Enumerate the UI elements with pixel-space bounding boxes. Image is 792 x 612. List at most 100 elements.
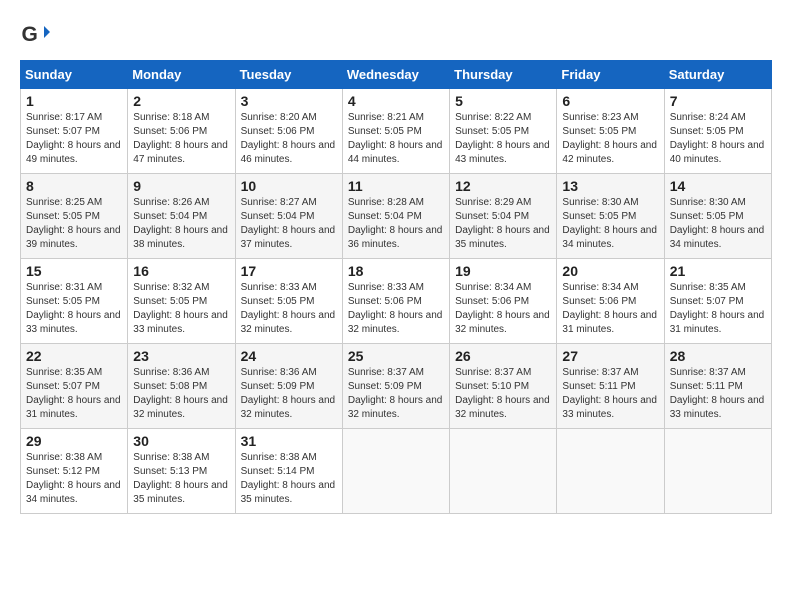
day-info: Sunrise: 8:37 AMSunset: 5:11 PMDaylight:… (670, 367, 765, 420)
day-info: Sunrise: 8:33 AMSunset: 5:06 PMDaylight:… (348, 282, 443, 335)
day-info: Sunrise: 8:32 AMSunset: 5:05 PMDaylight:… (133, 282, 228, 335)
day-info: Sunrise: 8:28 AMSunset: 5:04 PMDaylight:… (348, 197, 443, 250)
calendar-day-cell: 17 Sunrise: 8:33 AMSunset: 5:05 PMDaylig… (235, 259, 342, 344)
calendar-day-cell (557, 429, 664, 514)
calendar-day-cell: 8 Sunrise: 8:25 AMSunset: 5:05 PMDayligh… (21, 174, 128, 259)
day-info: Sunrise: 8:30 AMSunset: 5:05 PMDaylight:… (670, 197, 765, 250)
svg-text:G: G (22, 23, 38, 46)
day-number: 7 (670, 93, 766, 109)
day-number: 4 (348, 93, 444, 109)
day-number: 6 (562, 93, 658, 109)
weekday-header: Monday (128, 61, 235, 89)
day-info: Sunrise: 8:34 AMSunset: 5:06 PMDaylight:… (455, 282, 550, 335)
day-number: 13 (562, 178, 658, 194)
calendar-day-cell: 7 Sunrise: 8:24 AMSunset: 5:05 PMDayligh… (664, 89, 771, 174)
calendar-day-cell: 14 Sunrise: 8:30 AMSunset: 5:05 PMDaylig… (664, 174, 771, 259)
day-info: Sunrise: 8:24 AMSunset: 5:05 PMDaylight:… (670, 112, 765, 165)
calendar-week-row: 15 Sunrise: 8:31 AMSunset: 5:05 PMDaylig… (21, 259, 772, 344)
day-number: 2 (133, 93, 229, 109)
day-info: Sunrise: 8:37 AMSunset: 5:09 PMDaylight:… (348, 367, 443, 420)
calendar-day-cell: 1 Sunrise: 8:17 AMSunset: 5:07 PMDayligh… (21, 89, 128, 174)
day-number: 29 (26, 433, 122, 449)
calendar-day-cell: 26 Sunrise: 8:37 AMSunset: 5:10 PMDaylig… (450, 344, 557, 429)
calendar-day-cell: 31 Sunrise: 8:38 AMSunset: 5:14 PMDaylig… (235, 429, 342, 514)
calendar-day-cell: 23 Sunrise: 8:36 AMSunset: 5:08 PMDaylig… (128, 344, 235, 429)
day-number: 16 (133, 263, 229, 279)
calendar-day-cell: 13 Sunrise: 8:30 AMSunset: 5:05 PMDaylig… (557, 174, 664, 259)
calendar-day-cell: 16 Sunrise: 8:32 AMSunset: 5:05 PMDaylig… (128, 259, 235, 344)
day-info: Sunrise: 8:33 AMSunset: 5:05 PMDaylight:… (241, 282, 336, 335)
calendar-day-cell: 4 Sunrise: 8:21 AMSunset: 5:05 PMDayligh… (342, 89, 449, 174)
calendar-day-cell (450, 429, 557, 514)
calendar-day-cell (342, 429, 449, 514)
day-number: 1 (26, 93, 122, 109)
weekday-header: Saturday (664, 61, 771, 89)
calendar-day-cell: 25 Sunrise: 8:37 AMSunset: 5:09 PMDaylig… (342, 344, 449, 429)
day-number: 15 (26, 263, 122, 279)
day-info: Sunrise: 8:30 AMSunset: 5:05 PMDaylight:… (562, 197, 657, 250)
day-number: 9 (133, 178, 229, 194)
weekday-header: Thursday (450, 61, 557, 89)
calendar-day-cell: 11 Sunrise: 8:28 AMSunset: 5:04 PMDaylig… (342, 174, 449, 259)
calendar-day-cell: 6 Sunrise: 8:23 AMSunset: 5:05 PMDayligh… (557, 89, 664, 174)
calendar-day-cell (664, 429, 771, 514)
day-info: Sunrise: 8:35 AMSunset: 5:07 PMDaylight:… (26, 367, 121, 420)
day-info: Sunrise: 8:20 AMSunset: 5:06 PMDaylight:… (241, 112, 336, 165)
day-info: Sunrise: 8:35 AMSunset: 5:07 PMDaylight:… (670, 282, 765, 335)
day-info: Sunrise: 8:17 AMSunset: 5:07 PMDaylight:… (26, 112, 121, 165)
calendar-week-row: 8 Sunrise: 8:25 AMSunset: 5:05 PMDayligh… (21, 174, 772, 259)
calendar-day-cell: 3 Sunrise: 8:20 AMSunset: 5:06 PMDayligh… (235, 89, 342, 174)
day-number: 20 (562, 263, 658, 279)
day-info: Sunrise: 8:37 AMSunset: 5:10 PMDaylight:… (455, 367, 550, 420)
page-header: G (20, 20, 772, 50)
day-info: Sunrise: 8:38 AMSunset: 5:14 PMDaylight:… (241, 452, 336, 505)
calendar-week-row: 22 Sunrise: 8:35 AMSunset: 5:07 PMDaylig… (21, 344, 772, 429)
day-info: Sunrise: 8:34 AMSunset: 5:06 PMDaylight:… (562, 282, 657, 335)
day-info: Sunrise: 8:21 AMSunset: 5:05 PMDaylight:… (348, 112, 443, 165)
calendar-day-cell: 22 Sunrise: 8:35 AMSunset: 5:07 PMDaylig… (21, 344, 128, 429)
calendar-day-cell: 19 Sunrise: 8:34 AMSunset: 5:06 PMDaylig… (450, 259, 557, 344)
calendar-day-cell: 5 Sunrise: 8:22 AMSunset: 5:05 PMDayligh… (450, 89, 557, 174)
day-number: 12 (455, 178, 551, 194)
day-info: Sunrise: 8:37 AMSunset: 5:11 PMDaylight:… (562, 367, 657, 420)
logo: G (20, 20, 54, 50)
day-number: 25 (348, 348, 444, 364)
calendar-day-cell: 20 Sunrise: 8:34 AMSunset: 5:06 PMDaylig… (557, 259, 664, 344)
day-info: Sunrise: 8:26 AMSunset: 5:04 PMDaylight:… (133, 197, 228, 250)
calendar-day-cell: 9 Sunrise: 8:26 AMSunset: 5:04 PMDayligh… (128, 174, 235, 259)
day-number: 22 (26, 348, 122, 364)
day-number: 18 (348, 263, 444, 279)
calendar-day-cell: 29 Sunrise: 8:38 AMSunset: 5:12 PMDaylig… (21, 429, 128, 514)
day-info: Sunrise: 8:22 AMSunset: 5:05 PMDaylight:… (455, 112, 550, 165)
day-number: 8 (26, 178, 122, 194)
day-info: Sunrise: 8:31 AMSunset: 5:05 PMDaylight:… (26, 282, 121, 335)
day-info: Sunrise: 8:25 AMSunset: 5:05 PMDaylight:… (26, 197, 121, 250)
day-number: 26 (455, 348, 551, 364)
day-number: 21 (670, 263, 766, 279)
day-info: Sunrise: 8:38 AMSunset: 5:13 PMDaylight:… (133, 452, 228, 505)
day-number: 19 (455, 263, 551, 279)
calendar-day-cell: 21 Sunrise: 8:35 AMSunset: 5:07 PMDaylig… (664, 259, 771, 344)
day-number: 24 (241, 348, 337, 364)
day-number: 31 (241, 433, 337, 449)
calendar-week-row: 29 Sunrise: 8:38 AMSunset: 5:12 PMDaylig… (21, 429, 772, 514)
calendar-day-cell: 28 Sunrise: 8:37 AMSunset: 5:11 PMDaylig… (664, 344, 771, 429)
day-info: Sunrise: 8:27 AMSunset: 5:04 PMDaylight:… (241, 197, 336, 250)
weekday-header: Friday (557, 61, 664, 89)
calendar-day-cell: 27 Sunrise: 8:37 AMSunset: 5:11 PMDaylig… (557, 344, 664, 429)
day-info: Sunrise: 8:36 AMSunset: 5:08 PMDaylight:… (133, 367, 228, 420)
calendar-day-cell: 18 Sunrise: 8:33 AMSunset: 5:06 PMDaylig… (342, 259, 449, 344)
day-number: 10 (241, 178, 337, 194)
weekday-header: Wednesday (342, 61, 449, 89)
weekday-header: Tuesday (235, 61, 342, 89)
calendar-day-cell: 12 Sunrise: 8:29 AMSunset: 5:04 PMDaylig… (450, 174, 557, 259)
day-number: 11 (348, 178, 444, 194)
day-number: 23 (133, 348, 229, 364)
day-info: Sunrise: 8:38 AMSunset: 5:12 PMDaylight:… (26, 452, 121, 505)
day-number: 27 (562, 348, 658, 364)
day-info: Sunrise: 8:29 AMSunset: 5:04 PMDaylight:… (455, 197, 550, 250)
day-number: 3 (241, 93, 337, 109)
day-number: 30 (133, 433, 229, 449)
day-number: 28 (670, 348, 766, 364)
day-number: 14 (670, 178, 766, 194)
